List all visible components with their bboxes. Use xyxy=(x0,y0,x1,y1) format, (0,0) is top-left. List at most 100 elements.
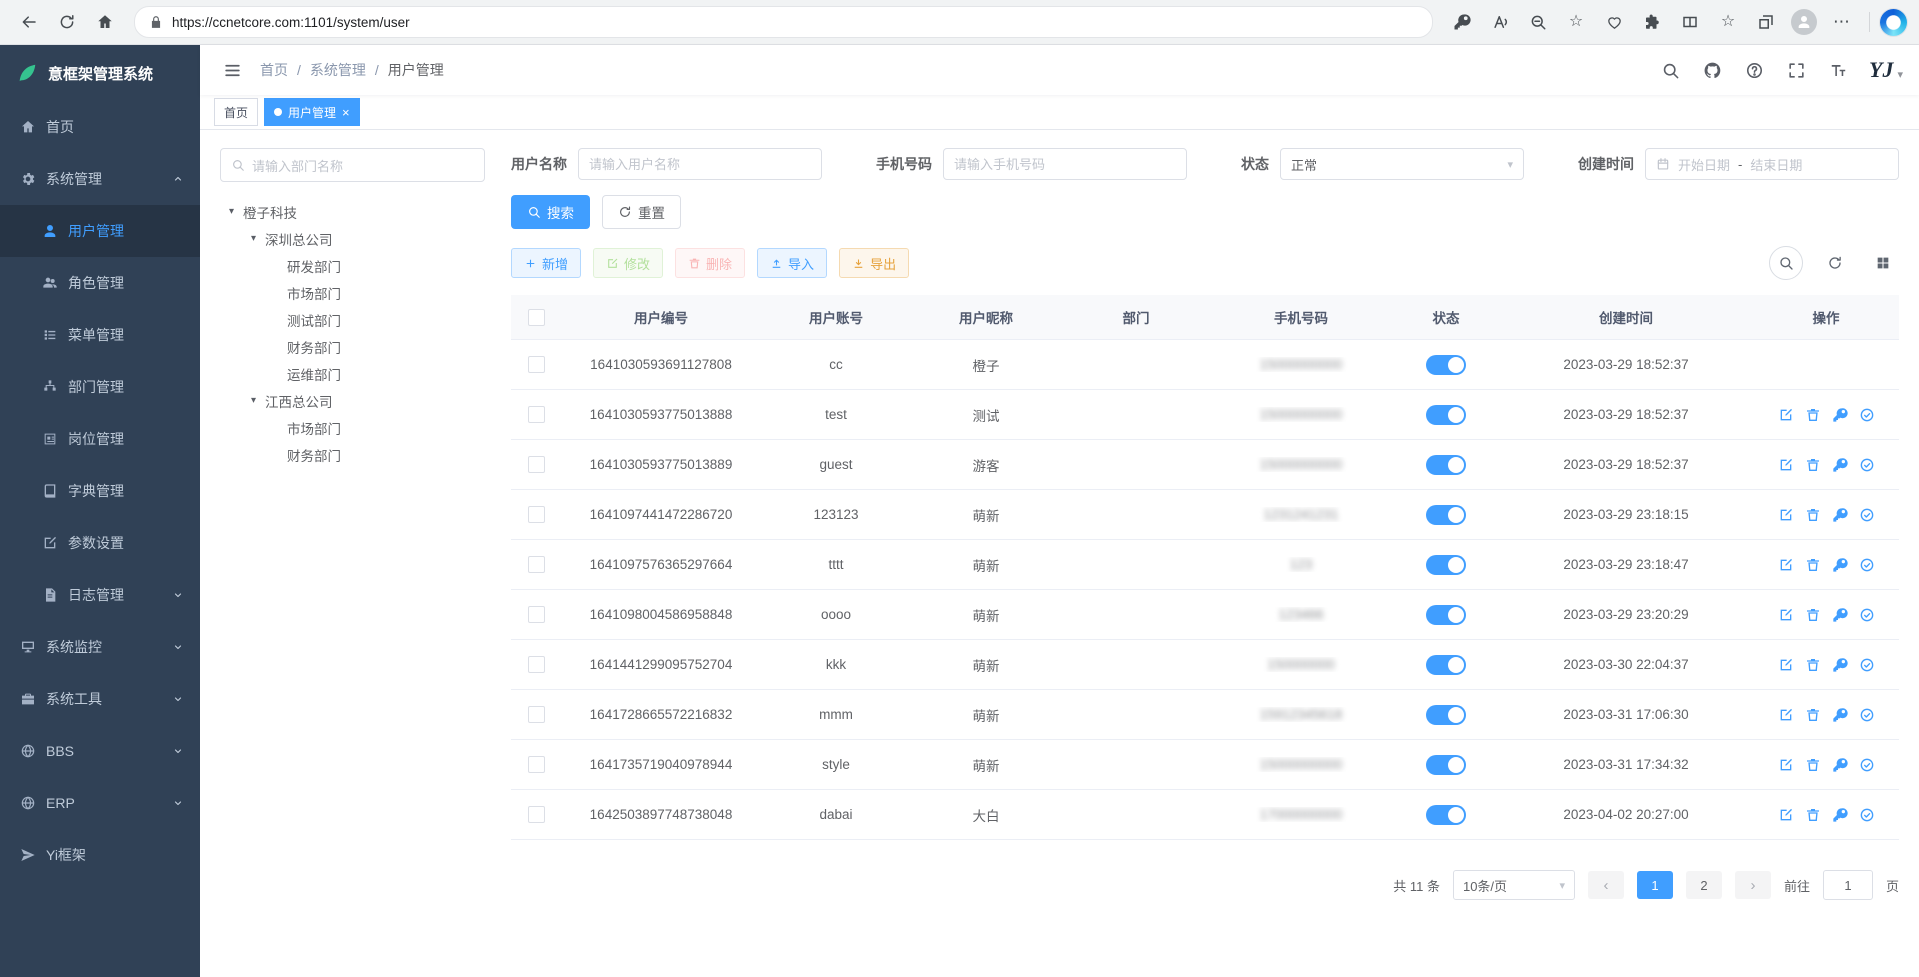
browser-settings-menu-icon[interactable]: ⋯ xyxy=(1825,6,1859,38)
page-number-button[interactable]: 1 xyxy=(1637,871,1673,899)
phone-input[interactable] xyxy=(943,148,1187,180)
favorites-bar-icon[interactable]: ☆ xyxy=(1711,6,1745,38)
tree-node[interactable]: 市场部门 xyxy=(220,279,485,306)
sidebar-fold-icon[interactable] xyxy=(216,54,248,86)
status-toggle[interactable] xyxy=(1426,805,1466,825)
row-checkbox[interactable] xyxy=(528,706,545,723)
tree-node[interactable]: 研发部门 xyxy=(220,252,485,279)
sidebar-menu-item[interactable]: BBS xyxy=(0,725,200,777)
browser-refresh-button[interactable] xyxy=(50,6,84,38)
assign-role-icon[interactable] xyxy=(1859,557,1875,573)
view-tab[interactable]: 用户管理 × xyxy=(264,98,360,126)
sidebar-menu-item[interactable]: 用户管理 xyxy=(0,205,200,257)
tree-node[interactable]: 财务部门 xyxy=(220,441,485,468)
browser-profile-avatar[interactable] xyxy=(1787,6,1821,38)
help-icon[interactable] xyxy=(1743,59,1765,81)
row-checkbox[interactable] xyxy=(528,806,545,823)
delete-icon[interactable] xyxy=(1805,557,1821,573)
edit-icon[interactable] xyxy=(1778,557,1794,573)
status-toggle[interactable] xyxy=(1426,355,1466,375)
sidebar-menu-item[interactable]: ERP xyxy=(0,777,200,829)
address-bar[interactable]: https://ccnetcore.com:1101/system/user xyxy=(134,6,1433,38)
row-checkbox[interactable] xyxy=(528,556,545,573)
tree-caret-icon[interactable]: ▾ xyxy=(224,206,239,217)
collections-icon[interactable] xyxy=(1749,6,1783,38)
assign-role-icon[interactable] xyxy=(1859,707,1875,723)
page-size-select[interactable]: 10条/页 ▾ xyxy=(1453,870,1575,900)
reset-password-icon[interactable] xyxy=(1832,757,1848,773)
sidebar-menu-item[interactable]: 菜单管理 xyxy=(0,309,200,361)
column-settings-icon[interactable] xyxy=(1867,247,1899,279)
next-page-button[interactable]: › xyxy=(1735,871,1771,899)
browser-home-button[interactable] xyxy=(88,6,122,38)
row-checkbox[interactable] xyxy=(528,656,545,673)
tree-caret-icon[interactable]: ▾ xyxy=(246,395,261,406)
status-toggle[interactable] xyxy=(1426,455,1466,475)
extensions-icon[interactable] xyxy=(1635,6,1669,38)
status-toggle[interactable] xyxy=(1426,505,1466,525)
reset-button[interactable]: 重置 xyxy=(602,195,681,229)
assign-role-icon[interactable] xyxy=(1859,457,1875,473)
tree-node[interactable]: 市场部门 xyxy=(220,414,485,441)
sidebar-menu-item[interactable]: 系统工具 xyxy=(0,673,200,725)
assign-role-icon[interactable] xyxy=(1859,407,1875,423)
assign-role-icon[interactable] xyxy=(1859,507,1875,523)
search-button[interactable]: 搜索 xyxy=(511,195,590,229)
row-checkbox[interactable] xyxy=(528,756,545,773)
copilot-icon[interactable] xyxy=(1880,9,1907,36)
status-toggle[interactable] xyxy=(1426,555,1466,575)
reset-password-icon[interactable] xyxy=(1832,457,1848,473)
toolbar-button[interactable]: 导入 xyxy=(757,248,827,278)
font-size-icon[interactable] xyxy=(1827,59,1849,81)
assign-role-icon[interactable] xyxy=(1859,657,1875,673)
tree-node[interactable]: ▾ 江西总公司 xyxy=(220,387,485,414)
sidebar-menu-item[interactable]: 岗位管理 xyxy=(0,413,200,465)
toolbar-button[interactable]: 新增 xyxy=(511,248,581,278)
breadcrumb-home[interactable]: 首页 xyxy=(260,60,288,80)
row-checkbox[interactable] xyxy=(528,356,545,373)
fullscreen-icon[interactable] xyxy=(1785,59,1807,81)
sidebar-menu-item[interactable]: 参数设置 xyxy=(0,517,200,569)
delete-icon[interactable] xyxy=(1805,757,1821,773)
assign-role-icon[interactable] xyxy=(1859,607,1875,623)
sidebar-menu-item[interactable]: 日志管理 xyxy=(0,569,200,621)
delete-icon[interactable] xyxy=(1805,607,1821,623)
show-search-icon[interactable] xyxy=(1769,246,1803,280)
row-checkbox[interactable] xyxy=(528,406,545,423)
reset-password-icon[interactable] xyxy=(1832,657,1848,673)
header-search-icon[interactable] xyxy=(1659,59,1681,81)
edit-icon[interactable] xyxy=(1778,807,1794,823)
edit-icon[interactable] xyxy=(1778,507,1794,523)
view-tab[interactable]: 首页 xyxy=(214,98,258,126)
toolbar-button[interactable]: 导出 xyxy=(839,248,909,278)
reset-password-icon[interactable] xyxy=(1832,557,1848,573)
site-permissions-icon[interactable] xyxy=(149,15,163,29)
tree-caret-icon[interactable]: ▾ xyxy=(246,233,261,244)
sidebar-menu-item[interactable]: 首页 xyxy=(0,101,200,153)
zoom-icon[interactable] xyxy=(1521,6,1555,38)
assign-role-icon[interactable] xyxy=(1859,757,1875,773)
breadcrumb-system[interactable]: 系统管理 xyxy=(310,60,366,80)
edit-icon[interactable] xyxy=(1778,657,1794,673)
toolbar-button[interactable]: 删除 xyxy=(675,248,745,278)
department-search-box[interactable]: 请输入部门名称 xyxy=(220,148,485,182)
status-toggle[interactable] xyxy=(1426,705,1466,725)
url-text[interactable]: https://ccnetcore.com:1101/system/user xyxy=(172,15,410,30)
reset-password-icon[interactable] xyxy=(1832,807,1848,823)
select-all-checkbox[interactable] xyxy=(528,309,545,326)
toolbar-button[interactable]: 修改 xyxy=(593,248,663,278)
sidebar-menu-item[interactable]: 系统监控 xyxy=(0,621,200,673)
row-checkbox[interactable] xyxy=(528,606,545,623)
github-icon[interactable] xyxy=(1701,59,1723,81)
goto-page-input[interactable] xyxy=(1823,870,1873,900)
status-toggle[interactable] xyxy=(1426,605,1466,625)
edit-icon[interactable] xyxy=(1778,707,1794,723)
tree-node[interactable]: 财务部门 xyxy=(220,333,485,360)
tree-node[interactable]: ▾ 橙子科技 xyxy=(220,198,485,225)
delete-icon[interactable] xyxy=(1805,807,1821,823)
row-checkbox[interactable] xyxy=(528,456,545,473)
reset-password-icon[interactable] xyxy=(1832,707,1848,723)
split-screen-icon[interactable] xyxy=(1673,6,1707,38)
browser-back-button[interactable] xyxy=(12,6,46,38)
reset-password-icon[interactable] xyxy=(1832,407,1848,423)
